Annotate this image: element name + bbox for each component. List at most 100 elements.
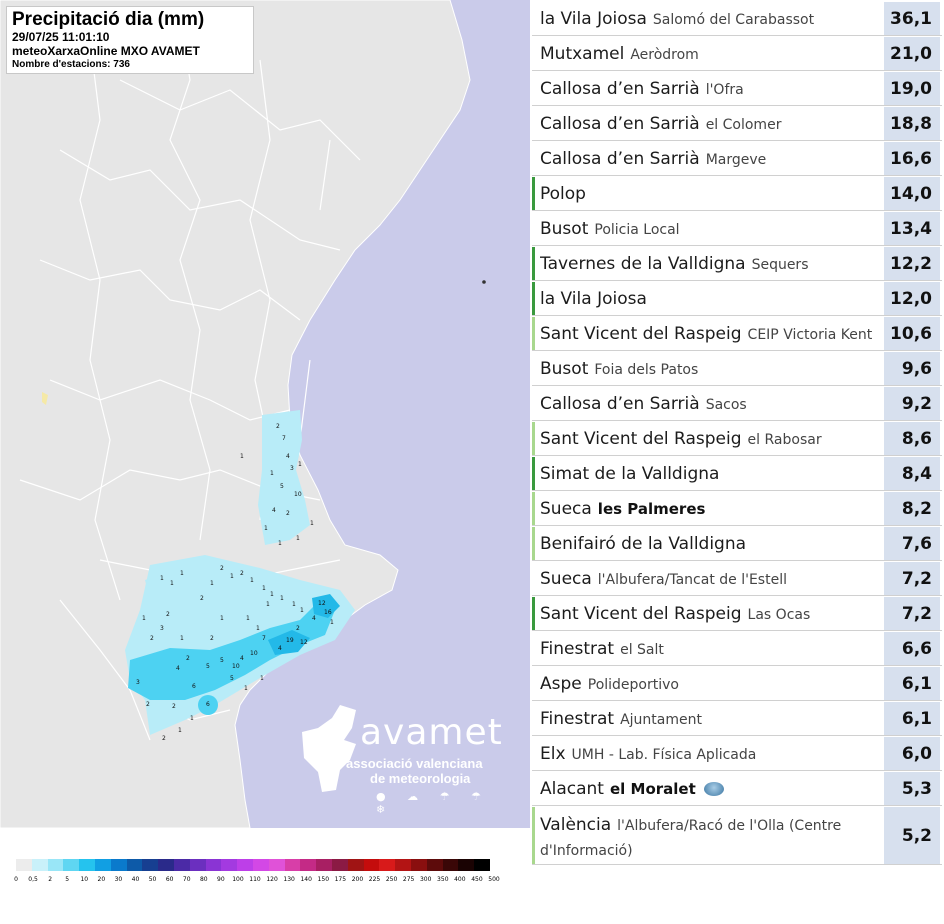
station-town[interactable]: Benifairó de la Valldigna [540, 534, 746, 554]
station-town[interactable]: Alacant [540, 779, 604, 799]
station-town[interactable]: Sant Vicent del Raspeig [540, 604, 742, 624]
svg-text:5: 5 [206, 663, 210, 670]
station-row[interactable]: Polop 14,0 [532, 177, 942, 211]
legend-swatch [426, 859, 443, 871]
station-town[interactable]: Callosa d’en Sarrià [540, 149, 700, 169]
station-town[interactable]: Sueca [540, 569, 592, 589]
station-status-marker [532, 247, 535, 280]
station-site[interactable]: Aeròdrom [630, 47, 699, 63]
station-row[interactable]: Finestrat el Salt 6,6 [532, 632, 942, 666]
legend-swatch [173, 859, 190, 871]
station-row[interactable]: la Vila Joiosa 12,0 [532, 282, 942, 316]
station-value: 7,2 [884, 597, 940, 630]
station-town[interactable]: la Vila Joiosa [540, 9, 647, 29]
station-row[interactable]: Sueca les Palmeres 8,2 [532, 492, 942, 526]
svg-text:10: 10 [294, 491, 302, 498]
station-value: 7,2 [884, 562, 940, 595]
station-town[interactable]: Busot [540, 219, 588, 239]
station-site[interactable]: Polideportivo [588, 677, 679, 693]
legend-label: 130 [283, 876, 295, 883]
station-row[interactable]: Callosa d’en Sarrià el Colomer 18,8 [532, 107, 942, 141]
station-row[interactable]: Callosa d’en Sarrià l'Ofra 19,0 [532, 72, 942, 106]
svg-text:2: 2 [240, 570, 244, 577]
station-status-marker [532, 317, 535, 350]
station-row[interactable]: Simat de la Valldigna 8,4 [532, 457, 942, 491]
station-site[interactable]: CEIP Victoria Kent [748, 327, 873, 343]
station-site[interactable]: el Salt [620, 642, 664, 658]
station-row[interactable]: la Vila Joiosa Salomó del Carabassot 36,1 [532, 2, 942, 36]
station-town[interactable]: Busot [540, 359, 588, 379]
station-site[interactable]: Foia dels Patos [594, 362, 698, 378]
station-site[interactable]: Las Ocas [748, 607, 811, 623]
map-datetime: 29/07/25 11:01:10 [12, 30, 110, 44]
station-site[interactable]: Ajuntament [620, 712, 702, 728]
svg-text:4: 4 [312, 615, 316, 622]
station-town[interactable]: Callosa d’en Sarrià [540, 394, 700, 414]
station-row[interactable]: Elx UMH - Lab. Física Aplicada 6,0 [532, 737, 942, 771]
station-row[interactable]: Busot Policia Local 13,4 [532, 212, 942, 246]
legend-swatch [31, 859, 48, 871]
station-town[interactable]: Aspe [540, 674, 582, 694]
station-town[interactable]: Sueca [540, 499, 592, 519]
station-row[interactable]: Mutxamel Aeròdrom 21,0 [532, 37, 942, 71]
station-name: Alacant el Moralet [540, 772, 880, 805]
station-town[interactable]: la Vila Joiosa [540, 289, 647, 309]
station-row[interactable]: Callosa d’en Sarrià Margeve 16,6 [532, 142, 942, 176]
station-town[interactable]: Callosa d’en Sarrià [540, 79, 700, 99]
station-status-marker [532, 177, 535, 210]
station-row[interactable]: Tavernes de la Valldigna Sequers 12,2 [532, 247, 942, 281]
station-town[interactable]: Callosa d’en Sarrià [540, 114, 700, 134]
station-row[interactable]: Aspe Polideportivo 6,1 [532, 667, 942, 701]
station-site[interactable]: Sequers [752, 257, 809, 273]
legend-swatch [300, 859, 317, 871]
station-site[interactable]: Sacos [706, 397, 747, 413]
svg-text:2: 2 [220, 565, 224, 572]
station-town[interactable]: València [540, 815, 611, 835]
svg-text:4: 4 [278, 645, 282, 652]
station-site[interactable]: UMH - Lab. Física Aplicada [572, 747, 757, 763]
station-row[interactable]: Callosa d’en Sarrià Sacos 9,2 [532, 387, 942, 421]
station-site[interactable]: Salomó del Carabassot [653, 12, 814, 28]
station-town[interactable]: Mutxamel [540, 44, 624, 64]
station-row[interactable]: Alacant el Moralet 5,3 [532, 772, 942, 806]
station-row[interactable]: Sant Vicent del Raspeig Las Ocas 7,2 [532, 597, 942, 631]
station-row[interactable]: Sant Vicent del Raspeig el Rabosar 8,6 [532, 422, 942, 456]
weather-icons: ● ☁ ☂ ☂ ❄ [376, 790, 490, 816]
station-town[interactable]: Polop [540, 184, 586, 204]
station-row[interactable]: Finestrat Ajuntament 6,1 [532, 702, 942, 736]
station-name-text: Finestrat el Salt [540, 639, 664, 659]
station-town[interactable]: Simat de la Valldigna [540, 464, 719, 484]
svg-text:2: 2 [210, 635, 214, 642]
station-value: 6,1 [884, 702, 940, 735]
station-name: València l'Albufera/Racó de l'Olla (Centr… [540, 807, 876, 870]
station-name: Benifairó de la Valldigna [540, 527, 880, 560]
svg-text:3: 3 [136, 679, 140, 686]
station-site[interactable]: el Rabosar [748, 432, 822, 448]
station-row[interactable]: Busot Foia dels Patos 9,6 [532, 352, 942, 386]
station-town[interactable]: Tavernes de la Valldigna [540, 254, 746, 274]
station-name-text: Callosa d’en Sarrià el Colomer [540, 114, 781, 134]
station-town[interactable]: Elx [540, 744, 566, 764]
station-name: Callosa d’en Sarrià l'Ofra [540, 72, 880, 105]
station-town[interactable]: Finestrat [540, 709, 614, 729]
station-site[interactable]: l'Ofra [706, 82, 744, 98]
svg-text:2: 2 [166, 611, 170, 618]
station-row[interactable]: Sant Vicent del Raspeig CEIP Victoria Ken… [532, 317, 942, 351]
svg-text:3: 3 [160, 625, 164, 632]
station-town[interactable]: Sant Vicent del Raspeig [540, 429, 742, 449]
svg-text:10: 10 [232, 663, 240, 670]
station-site[interactable]: les Palmeres [598, 500, 706, 518]
station-row[interactable]: València l'Albufera/Racó de l'Olla (Centr… [532, 807, 942, 865]
station-site[interactable]: Policia Local [594, 222, 679, 238]
station-row[interactable]: Sueca l'Albufera/Tancat de l'Estell 7,2 [532, 562, 942, 596]
station-row[interactable]: Benifairó de la Valldigna 7,6 [532, 527, 942, 561]
station-value: 10,6 [884, 317, 940, 350]
station-town[interactable]: Sant Vicent del Raspeig [540, 324, 742, 344]
legend-label: 350 [437, 876, 449, 883]
station-site[interactable]: l'Albufera/Tancat de l'Estell [598, 572, 787, 588]
station-site[interactable]: el Moralet [610, 780, 696, 798]
station-site[interactable]: el Colomer [706, 117, 782, 133]
station-town[interactable]: Finestrat [540, 639, 614, 659]
legend-label: 30 [114, 876, 123, 883]
station-site[interactable]: Margeve [706, 152, 767, 168]
